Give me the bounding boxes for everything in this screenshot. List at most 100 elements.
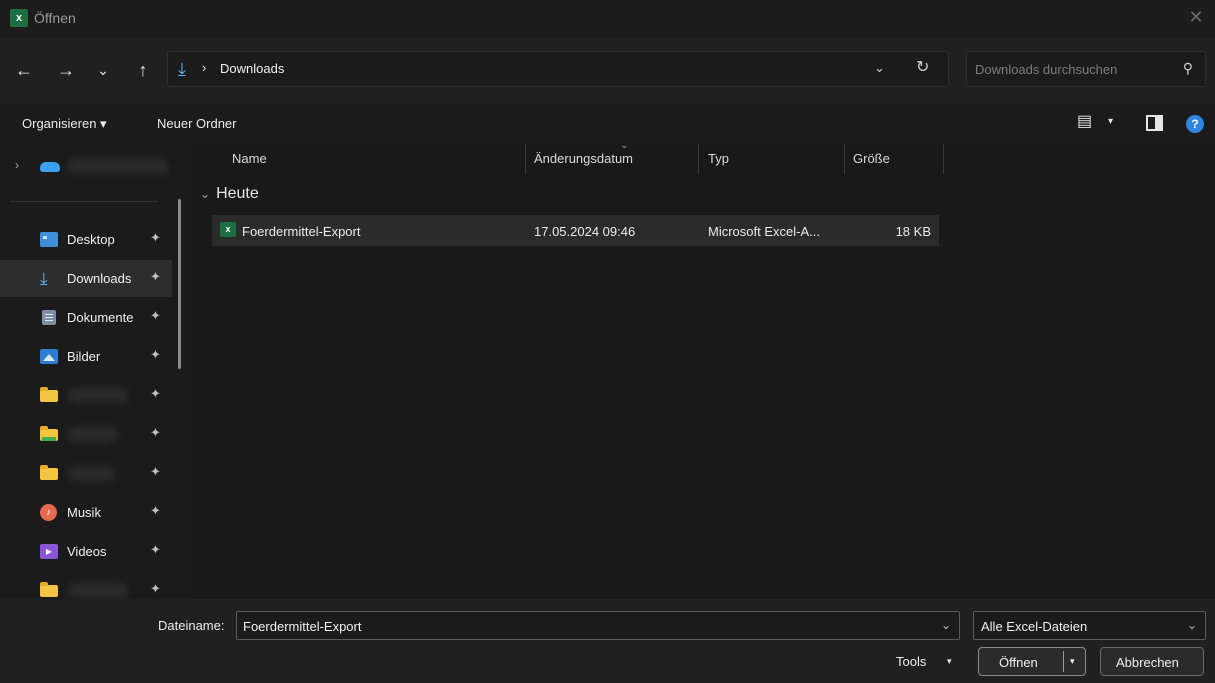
title-bar: x Öffnen ✕ xyxy=(0,0,1215,38)
open-options-caret-icon[interactable]: ▾ xyxy=(1070,656,1075,667)
sidebar-item-folder[interactable]: ✦ xyxy=(0,455,172,492)
file-list: Name ⌄ Änderungsdatum Typ Größe ⌄ Heute x… xyxy=(192,140,1215,599)
column-header-type[interactable]: Typ xyxy=(708,151,729,166)
file-name: Foerdermittel-Export xyxy=(242,224,361,239)
file-size: 18 KB xyxy=(895,224,931,239)
dialog-footer: Dateiname: Foerdermittel-Export ⌄ Alle E… xyxy=(0,599,1215,683)
video-icon: ▶ xyxy=(40,544,58,559)
search-input[interactable]: Downloads durchsuchen ⚲ xyxy=(966,51,1206,87)
column-header-size[interactable]: Größe xyxy=(853,151,890,166)
collapse-chevron-icon[interactable]: ⌄ xyxy=(200,187,210,201)
column-separator[interactable] xyxy=(698,144,699,174)
sidebar-item-dokumente[interactable]: Dokumente ✦ xyxy=(0,299,172,336)
sidebar-item-label: Desktop xyxy=(67,232,115,247)
column-header-modified[interactable]: Änderungsdatum xyxy=(534,151,633,166)
folder-icon xyxy=(40,387,58,402)
column-separator[interactable] xyxy=(844,144,845,174)
sidebar-item-label: Videos xyxy=(67,544,107,559)
column-header-row: Name ⌄ Änderungsdatum Typ Größe xyxy=(192,140,952,174)
sidebar-item-videos[interactable]: ▶ Videos ✦ xyxy=(0,533,172,570)
command-bar: Organisieren ▾ Neuer Ordner ▤ ▾ ? xyxy=(0,104,1215,144)
sidebar-item-folder[interactable]: ✦ xyxy=(0,416,172,453)
file-type-filter-value: Alle Excel-Dateien xyxy=(981,619,1088,634)
forward-arrow-icon[interactable]: → xyxy=(52,56,80,84)
split-divider xyxy=(1063,651,1064,672)
pin-icon[interactable]: ✦ xyxy=(150,386,161,402)
file-type-filter-select[interactable]: Alle Excel-Dateien ⌄ xyxy=(973,611,1206,640)
back-arrow-icon[interactable]: ← xyxy=(10,56,38,84)
group-header-heute[interactable]: ⌄ Heute xyxy=(200,185,259,203)
pin-icon[interactable]: ✦ xyxy=(150,269,161,285)
folder-icon xyxy=(40,426,58,441)
breadcrumb-downloads[interactable]: Downloads xyxy=(220,61,284,76)
address-bar[interactable]: ⤓ › Downloads ⌄ ↻ xyxy=(167,51,949,87)
pin-icon[interactable]: ✦ xyxy=(150,542,161,558)
pin-icon[interactable]: ✦ xyxy=(150,503,161,519)
column-separator[interactable] xyxy=(943,144,944,174)
music-icon: ♪ xyxy=(40,504,57,521)
tools-caret-icon[interactable]: ▾ xyxy=(947,656,952,667)
download-arrow-icon: ⤓ xyxy=(178,59,186,79)
sidebar-item-folder[interactable]: ✦ xyxy=(0,572,172,599)
search-placeholder: Downloads durchsuchen xyxy=(975,62,1118,77)
cancel-button-label: Abbrechen xyxy=(1116,655,1179,670)
sidebar-item-label: Bilder xyxy=(67,349,101,364)
new-folder-button[interactable]: Neuer Ordner xyxy=(157,116,236,131)
sidebar-item-label: Musik xyxy=(67,505,101,520)
sidebar-item-desktop[interactable]: Desktop ✦ xyxy=(0,221,172,258)
sidebar-item-musik[interactable]: ♪ Musik ✦ xyxy=(0,494,172,531)
column-header-name[interactable]: Name xyxy=(232,151,267,166)
redacted-account-name xyxy=(68,158,168,174)
refresh-icon[interactable]: ↻ xyxy=(916,57,929,77)
pin-icon[interactable]: ✦ xyxy=(150,464,161,480)
pin-icon[interactable]: ✦ xyxy=(150,308,161,324)
open-file-dialog: x Öffnen ✕ ← → ⌄ ↑ ⤓ › Downloads ⌄ ↻ Dow… xyxy=(0,0,1215,683)
search-icon[interactable]: ⚲ xyxy=(1183,60,1193,77)
open-button[interactable]: Öffnen ▾ xyxy=(978,647,1086,676)
filename-label: Dateiname: xyxy=(158,618,225,633)
redacted-folder-name xyxy=(68,427,118,442)
organize-menu-button[interactable]: Organisieren ▾ xyxy=(22,116,107,132)
group-label: Heute xyxy=(216,185,259,202)
window-title: Öffnen xyxy=(34,10,76,26)
close-icon[interactable]: ✕ xyxy=(1183,4,1209,30)
cancel-button[interactable]: Abbrechen xyxy=(1100,647,1204,676)
view-options-icon[interactable]: ▤ xyxy=(1077,114,1095,130)
folder-icon xyxy=(40,465,58,480)
recent-locations-chevron-icon[interactable]: ⌄ xyxy=(89,56,117,84)
navigation-bar: ← → ⌄ ↑ ⤓ › Downloads ⌄ ↻ Downloads durc… xyxy=(0,38,1215,104)
file-type: Microsoft Excel-A... xyxy=(708,224,820,239)
expand-chevron-icon[interactable]: › xyxy=(15,158,19,172)
sidebar-item-onedrive[interactable]: › xyxy=(0,150,192,180)
sidebar-item-bilder[interactable]: Bilder ✦ xyxy=(0,338,172,375)
file-modified: 17.05.2024 09:46 xyxy=(534,224,636,239)
excel-file-icon: x xyxy=(220,222,236,237)
pin-icon[interactable]: ✦ xyxy=(150,425,161,441)
address-dropdown-icon[interactable]: ⌄ xyxy=(874,60,885,76)
filename-dropdown-icon[interactable]: ⌄ xyxy=(941,618,951,632)
download-arrow-icon: ⤓ xyxy=(40,269,48,288)
sidebar-item-folder[interactable]: ✦ xyxy=(0,377,172,414)
preview-pane-icon[interactable] xyxy=(1146,115,1163,131)
sidebar-scrollbar[interactable] xyxy=(178,199,181,369)
file-row[interactable]: x Foerdermittel-Export 17.05.2024 09:46 … xyxy=(212,215,939,246)
column-separator[interactable] xyxy=(525,144,526,174)
excel-icon: x xyxy=(10,9,28,27)
help-icon[interactable]: ? xyxy=(1186,115,1204,133)
desktop-icon xyxy=(40,232,58,247)
pin-icon[interactable]: ✦ xyxy=(150,347,161,363)
filter-dropdown-icon[interactable]: ⌄ xyxy=(1187,618,1197,632)
breadcrumb-separator: › xyxy=(202,60,207,75)
up-arrow-icon[interactable]: ↑ xyxy=(129,56,157,84)
pin-icon[interactable]: ✦ xyxy=(150,230,161,246)
pin-icon[interactable]: ✦ xyxy=(150,581,161,597)
tools-menu-button[interactable]: Tools xyxy=(896,654,926,669)
redacted-folder-name xyxy=(68,583,128,598)
pictures-icon xyxy=(40,349,58,364)
sidebar-item-downloads[interactable]: ⤓ Downloads ✦ xyxy=(0,260,172,297)
sidebar-item-label: Dokumente xyxy=(67,310,134,325)
filename-value: Foerdermittel-Export xyxy=(243,619,362,634)
view-options-caret-icon[interactable]: ▾ xyxy=(1108,116,1113,127)
sidebar-item-label: Downloads xyxy=(67,271,132,286)
filename-input[interactable]: Foerdermittel-Export ⌄ xyxy=(236,611,960,640)
